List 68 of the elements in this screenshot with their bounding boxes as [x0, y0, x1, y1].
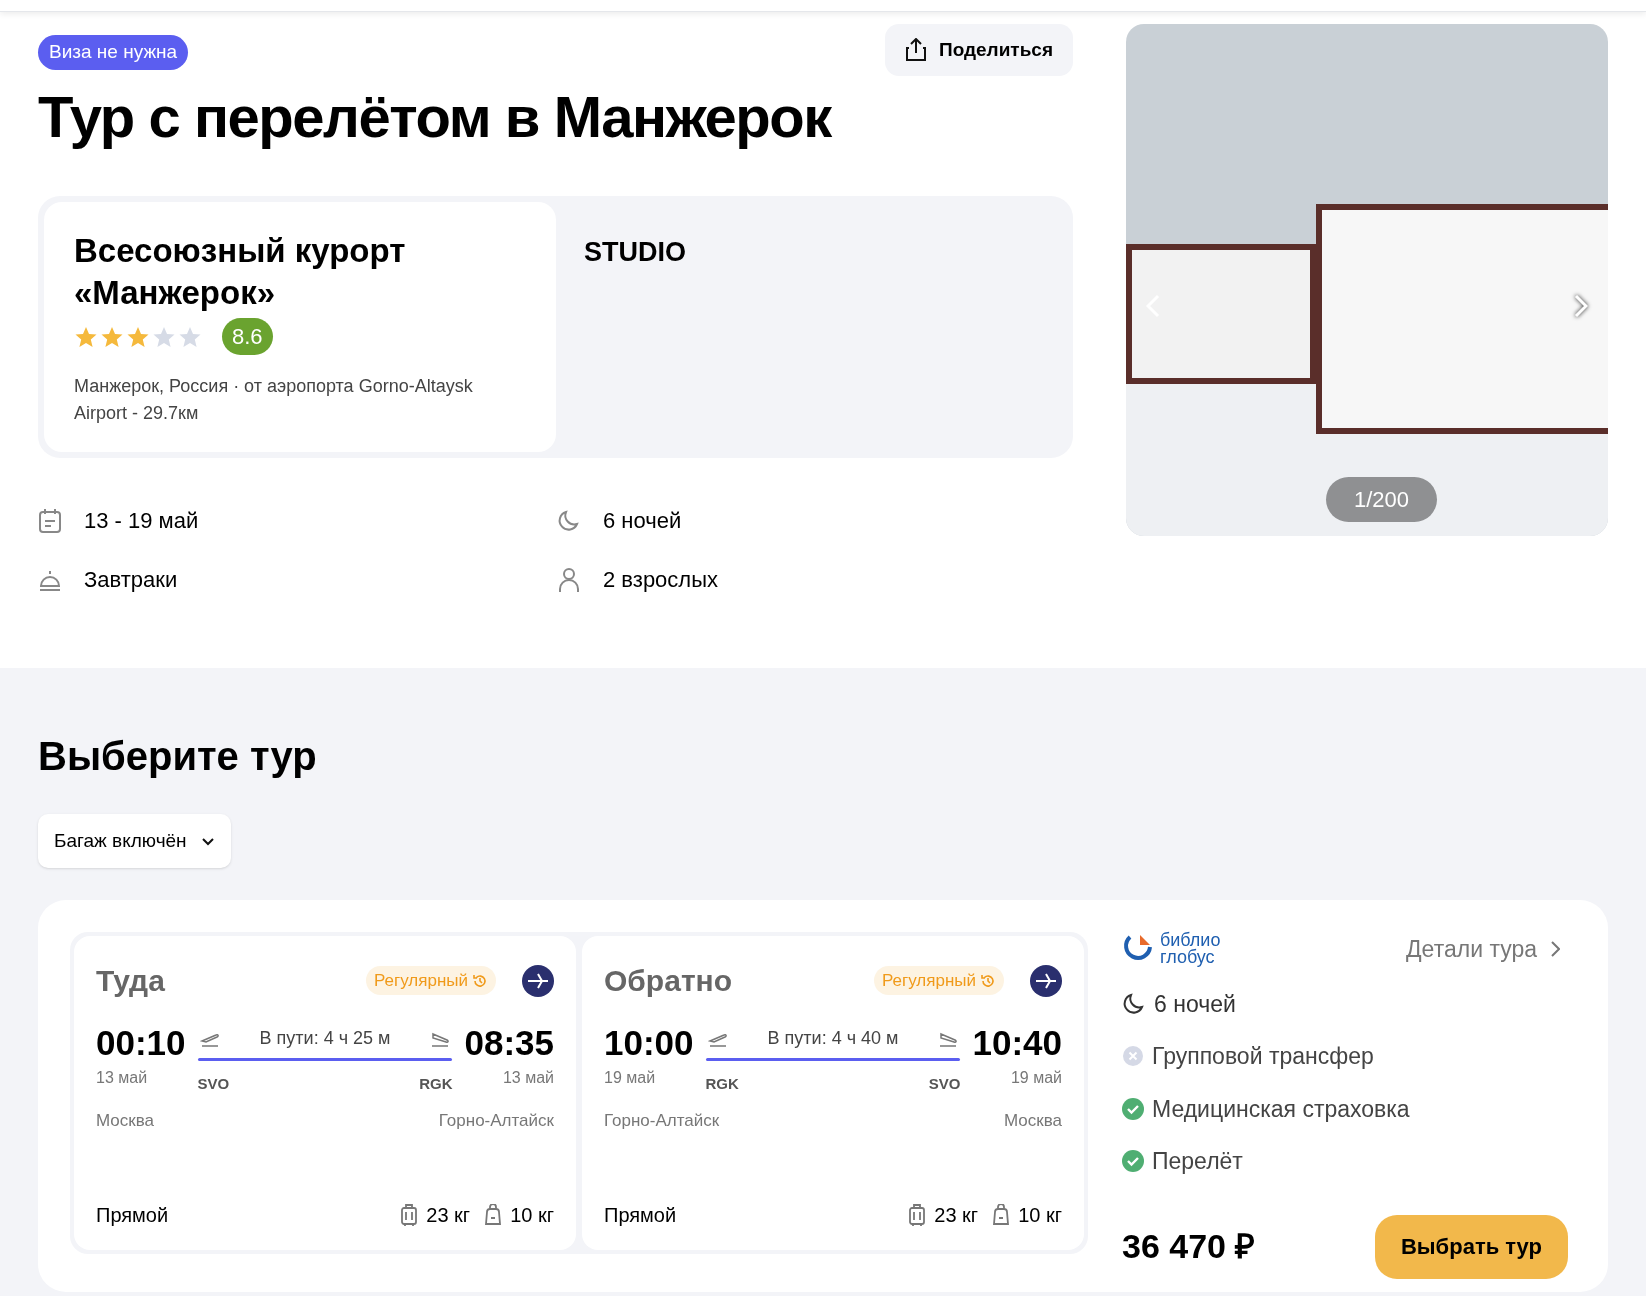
tour-fact: 2 взрослых — [603, 566, 718, 594]
airport-code: RGK — [705, 1074, 739, 1094]
flight-direction: Обратно — [604, 963, 733, 999]
departure-date: 13 май — [96, 1068, 149, 1088]
section-title: Выберите тур — [38, 736, 318, 776]
airport-code: RGK — [419, 1074, 453, 1094]
bag-icon — [992, 1204, 1011, 1226]
inclusion-item: Медицинская страховка — [1152, 1094, 1410, 1124]
arrival-date: 19 май — [1010, 1068, 1062, 1088]
hand-luggage-weight: 10 кг — [510, 1203, 554, 1228]
bag-icon — [484, 1204, 503, 1226]
share-button[interactable]: Поделиться — [884, 24, 1073, 76]
tour-fact: 6 ночей — [603, 507, 682, 535]
baggage-weight: 23 кг — [426, 1203, 471, 1228]
tour-fact: Завтраки — [84, 566, 178, 594]
departure-date: 19 май — [604, 1068, 657, 1088]
chevron-right-icon[interactable] — [1574, 294, 1588, 318]
arrival-time: 08:35 — [464, 1025, 554, 1060]
calendar-icon — [38, 507, 62, 534]
nights-count: 6 ночей — [1154, 989, 1236, 1019]
visa-badge: Виза не нужна — [38, 35, 189, 70]
flight-stops: Прямой — [604, 1203, 678, 1228]
flight-duration: В пути: 4 ч 25 м — [259, 1027, 391, 1050]
operator-logo-text: библио — [1160, 932, 1221, 950]
chevron-down-icon — [200, 836, 215, 846]
flight-type-badge: Регулярный — [873, 965, 1004, 996]
arrival-city: Горно-Алтайск — [438, 1109, 554, 1132]
share-icon — [904, 38, 927, 62]
baggage-filter-dropdown[interactable]: Багаж включён — [38, 814, 231, 868]
history-icon — [472, 972, 488, 989]
room-type: STUDIO — [584, 236, 686, 269]
departure-time: 00:10 — [96, 1025, 186, 1060]
departure-city: Москва — [96, 1109, 155, 1132]
flight-duration: В пути: 4 ч 40 м — [767, 1027, 899, 1050]
flight-type-badge: Регулярный — [365, 965, 496, 996]
hand-luggage-weight: 10 кг — [1018, 1203, 1062, 1228]
inclusion-item: Групповой трансфер — [1152, 1042, 1374, 1071]
airline-logo-icon — [522, 964, 554, 997]
flight-stops: Прямой — [96, 1203, 170, 1228]
arrival-date: 13 май — [502, 1068, 554, 1088]
rating-badge: 8.6 — [222, 318, 273, 355]
tour-fact: 13 - 19 май — [84, 507, 199, 535]
landing-icon — [430, 1030, 451, 1047]
moon-icon — [557, 508, 581, 533]
suitcase-icon — [908, 1203, 927, 1227]
departure-city: Горно-Алтайск — [604, 1109, 720, 1132]
tour-details-link[interactable]: Детали тура — [1406, 932, 1560, 967]
moon-icon — [1122, 991, 1146, 1016]
airline-logo-icon — [1030, 964, 1062, 997]
select-tour-button[interactable]: Выбрать тур — [1374, 1214, 1568, 1279]
flight-direction: Туда — [96, 963, 166, 999]
landing-icon — [938, 1030, 959, 1047]
tour-price: 36 470 ₽ — [1122, 1226, 1256, 1267]
photo-counter: 1/200 — [1326, 477, 1438, 522]
operator-logo-text: глобус — [1160, 949, 1216, 967]
hotel-location: Манжерок, Россия · от аэропорта Gorno-Altaysk Airport - 29.7км — [74, 375, 474, 425]
arrival-time: 10:40 — [972, 1025, 1062, 1060]
inclusion-item: Перелёт — [1152, 1147, 1243, 1176]
baggage-weight: 23 кг — [934, 1203, 979, 1228]
airport-code: SVO — [928, 1074, 961, 1094]
person-icon — [557, 566, 581, 593]
suitcase-icon — [400, 1203, 419, 1227]
airport-code: SVO — [197, 1074, 230, 1094]
chevron-right-icon — [1551, 941, 1560, 958]
departure-time: 10:00 — [604, 1025, 694, 1060]
arrival-city: Москва — [1003, 1109, 1062, 1132]
history-icon — [980, 972, 996, 989]
hotel-name: Всесоюзный курорт «Манжерок» — [74, 231, 407, 313]
